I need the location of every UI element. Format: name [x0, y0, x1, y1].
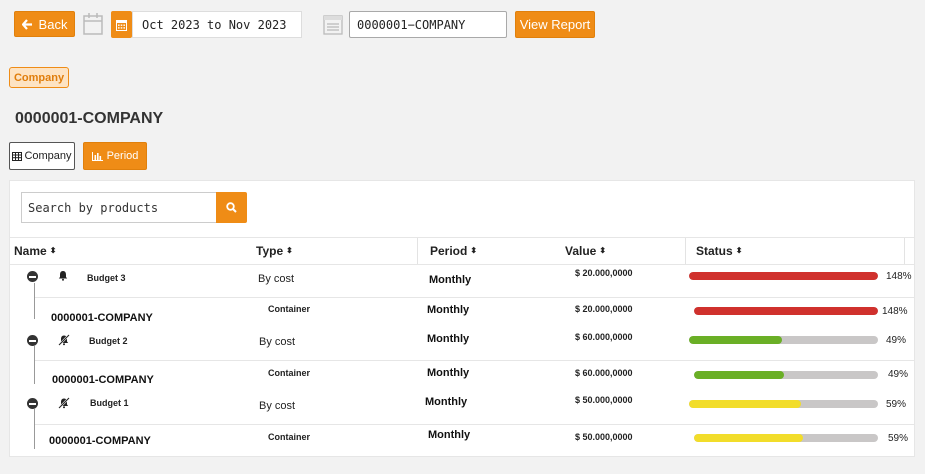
row-value: $ 60.000,0000: [575, 368, 633, 378]
column-header-value[interactable]: Value ⬍: [565, 244, 606, 258]
status-percent: 49%: [888, 369, 909, 380]
row-name[interactable]: Budget 1: [90, 398, 129, 408]
status-bar: [689, 400, 878, 408]
table-icon: [12, 151, 23, 161]
row-value: $ 50.000,0000: [575, 432, 633, 442]
tree-line: [34, 409, 35, 449]
row-value: $ 20.000,0000: [575, 304, 633, 314]
divider: [34, 424, 914, 425]
row-name[interactable]: 0000001-COMPANY: [52, 374, 154, 386]
status-bar: [689, 336, 878, 344]
bar-chart-icon: [91, 151, 103, 161]
tab-period-label: Period: [106, 150, 139, 162]
status-bar-fill: [689, 272, 878, 280]
column-header-period[interactable]: Period ⬍: [430, 244, 477, 258]
status-bar: [694, 371, 878, 379]
sort-icon: ⬍: [735, 246, 743, 255]
status-percent: 49%: [886, 335, 907, 346]
status-bar-fill: [694, 307, 878, 315]
status-bar: [694, 307, 878, 315]
row-type: By cost: [259, 336, 296, 348]
sort-icon: ⬍: [286, 246, 293, 255]
bell-icon: [58, 270, 68, 284]
date-range-field[interactable]: Oct 2023 to Nov 2023: [132, 11, 302, 38]
divider: [685, 238, 686, 264]
divider: [34, 297, 914, 298]
status-bar-fill: [689, 400, 801, 408]
search-input[interactable]: Search by products: [21, 192, 217, 223]
divider: [10, 237, 914, 238]
row-period: Monthly: [427, 304, 470, 316]
bell-slash-icon: [58, 334, 70, 349]
status-bar-fill: [694, 371, 785, 379]
sort-icon: ⬍: [470, 246, 478, 255]
back-label: Back: [38, 16, 68, 32]
tree-line: [34, 283, 35, 319]
sort-icon: ⬍: [599, 246, 607, 255]
status-percent: 59%: [888, 433, 909, 444]
row-type: Container: [268, 304, 311, 314]
tab-company[interactable]: Company: [9, 142, 75, 170]
row-name[interactable]: Budget 3: [87, 273, 126, 283]
column-header-type[interactable]: Type ⬍: [256, 244, 293, 258]
collapse-icon[interactable]: [27, 335, 38, 346]
row-type: By cost: [258, 273, 295, 285]
divider: [10, 264, 914, 265]
row-period: Monthly: [428, 429, 471, 441]
status-bar-fill: [694, 434, 803, 442]
row-name[interactable]: 0000001-COMPANY: [49, 435, 151, 447]
arrow-left-icon: [21, 18, 33, 30]
row-period: Monthly: [429, 274, 472, 286]
tab-company-label: Company: [24, 150, 72, 162]
bell-slash-icon: [58, 397, 70, 412]
row-type: By cost: [259, 400, 296, 412]
row-name[interactable]: Budget 2: [89, 336, 128, 346]
divider: [34, 360, 914, 361]
row-period: Monthly: [425, 396, 468, 408]
collapse-icon[interactable]: [27, 398, 38, 409]
row-name[interactable]: 0000001-COMPANY: [51, 312, 153, 324]
divider: [904, 238, 905, 264]
page-title: 0000001-COMPANY: [15, 110, 164, 127]
back-button[interactable]: Back: [14, 11, 75, 37]
company-chip[interactable]: Company: [9, 67, 69, 88]
status-bar: [694, 434, 878, 442]
company-input[interactable]: 0000001−COMPANY: [349, 11, 507, 38]
collapse-icon[interactable]: [27, 271, 38, 282]
status-percent: 148%: [882, 306, 908, 317]
search-icon: [226, 202, 237, 213]
calendar-icon[interactable]: [83, 13, 103, 35]
row-period: Monthly: [427, 367, 470, 379]
column-header-name[interactable]: Name ⬍: [14, 244, 56, 258]
row-value: $ 60.000,0000: [575, 332, 633, 342]
row-period: Monthly: [427, 333, 470, 345]
row-value: $ 50.000,0000: [575, 395, 633, 405]
calendar-grid-icon[interactable]: [111, 11, 132, 38]
status-bar-fill: [689, 336, 782, 344]
tree-line: [34, 346, 35, 384]
status-bar: [689, 272, 878, 280]
view-report-button[interactable]: View Report: [515, 11, 595, 38]
row-value: $ 20.000,0000: [575, 268, 633, 278]
search-button[interactable]: [216, 192, 247, 223]
sort-icon: ⬍: [49, 246, 57, 255]
row-type: Container: [268, 368, 311, 378]
tab-period[interactable]: Period: [83, 142, 147, 170]
status-percent: 148%: [886, 271, 912, 282]
status-percent: 59%: [886, 399, 907, 410]
column-header-status[interactable]: Status ⬍: [696, 244, 742, 258]
divider: [417, 238, 418, 264]
list-icon: [323, 14, 343, 35]
row-type: Container: [268, 432, 311, 442]
